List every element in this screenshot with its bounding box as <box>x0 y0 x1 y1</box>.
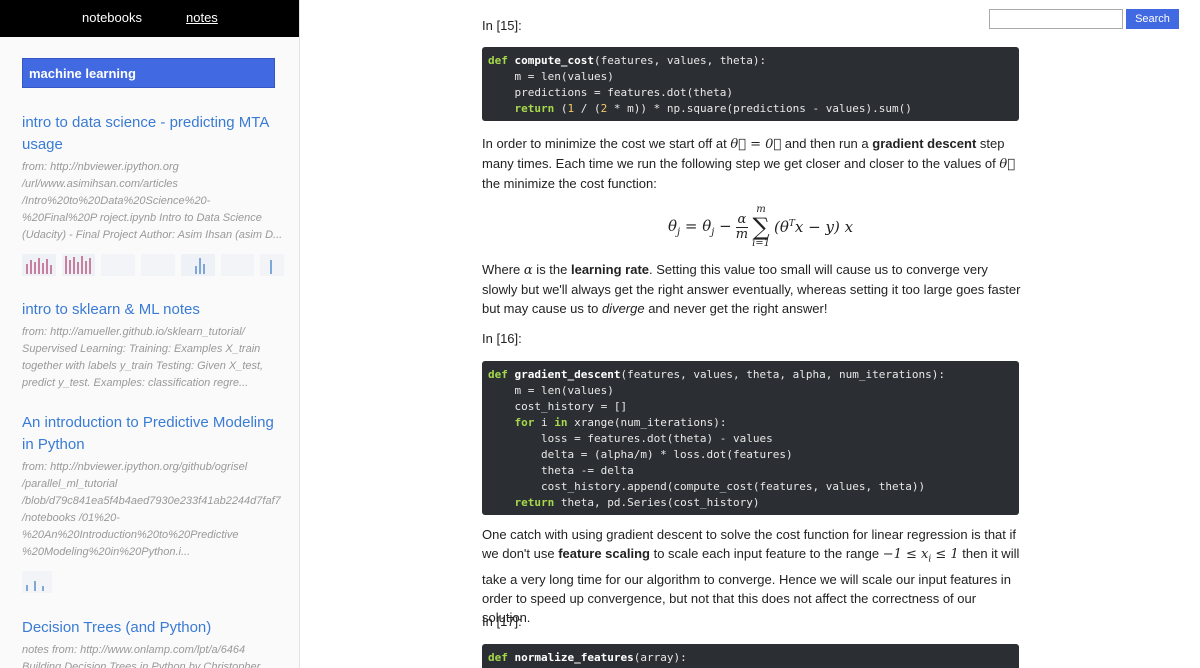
note-item[interactable]: intro to sklearn & ML notes from: http:/… <box>22 299 284 392</box>
sidebar: notebooks notes machine learning intro t… <box>0 0 300 668</box>
note-item[interactable]: intro to data science - predicting MTA u… <box>22 112 285 276</box>
thumbnail-image <box>220 254 255 276</box>
thumbnail-image <box>141 254 175 276</box>
cell-prompt: In [15]: <box>482 18 522 33</box>
note-title[interactable]: An introduction to Predictive Modeling i… <box>22 412 284 456</box>
note-description: notes from: http://www.onlamp.com/lpt/a/… <box>22 644 261 668</box>
note-description: from: http://amueller.github.io/sklearn_… <box>22 326 264 389</box>
note-thumbnails <box>22 254 285 276</box>
thumbnail-image <box>180 254 215 276</box>
search-input[interactable] <box>989 9 1123 29</box>
search-button[interactable]: Search <box>1126 9 1179 29</box>
note-item[interactable]: Decision Trees (and Python) notes from: … <box>22 617 284 668</box>
category-header[interactable]: machine learning <box>22 58 275 88</box>
thumbnail-image <box>101 254 136 276</box>
gradient-descent-formula: θj = θj − αm m ∑ i=1 (θTx − y) x <box>668 204 854 249</box>
note-thumbnails <box>22 571 284 593</box>
note-description: from: http://nbviewer.ipython.org /url/w… <box>22 161 283 241</box>
cell-prompt: In [16]: <box>482 331 522 346</box>
top-nav: notebooks notes <box>0 0 299 37</box>
note-title[interactable]: intro to data science - predicting MTA u… <box>22 112 284 156</box>
markdown-paragraph: In order to minimize the cost we start o… <box>482 136 1016 191</box>
nav-link-notes[interactable]: notes <box>186 10 218 25</box>
code-cell[interactable]: def gradient_descent(features, values, t… <box>482 361 1019 515</box>
note-title[interactable]: intro to sklearn & ML notes <box>22 299 284 321</box>
thumbnail-image <box>260 254 285 276</box>
math-theta-vector: θ⃗ = 0⃗ <box>730 137 782 152</box>
thumbnail-image <box>61 254 96 276</box>
markdown-paragraph: Where α is the learning rate. Setting th… <box>482 262 1021 316</box>
nav-link-notebooks[interactable]: notebooks <box>82 10 142 25</box>
note-title[interactable]: Decision Trees (and Python) <box>22 617 284 639</box>
math-theta: θ⃗ <box>999 157 1016 172</box>
cell-prompt: In [17]: <box>482 614 522 629</box>
note-description: from: http://nbviewer.ipython.org/github… <box>22 461 281 558</box>
thumbnail-image <box>22 254 56 276</box>
note-item[interactable]: An introduction to Predictive Modeling i… <box>22 412 284 593</box>
code-cell[interactable]: def compute_cost(features, values, theta… <box>482 47 1019 121</box>
thumbnail-image <box>22 571 52 593</box>
markdown-paragraph: One catch with using gradient descent to… <box>482 527 1020 625</box>
code-cell[interactable]: def normalize_features(array): <box>482 644 1019 668</box>
